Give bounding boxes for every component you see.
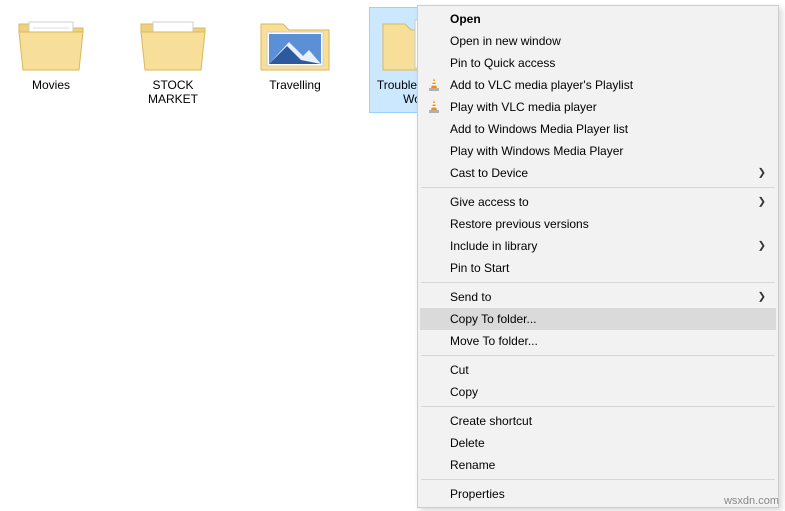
folder-label: STOCK MARKET (128, 78, 218, 106)
folder-item[interactable]: Travelling (248, 8, 342, 112)
menu-item[interactable]: Play with Windows Media Player (420, 140, 776, 162)
menu-item-label: Cast to Device (450, 166, 528, 180)
folder-label: Travelling (269, 78, 321, 92)
menu-separator (421, 282, 775, 283)
menu-item-label: Add to Windows Media Player list (450, 122, 628, 136)
folder-item[interactable]: STOCK MARKET (126, 8, 220, 112)
folder-item[interactable]: Movies (4, 8, 98, 112)
menu-item[interactable]: Cast to Device ❯ (420, 162, 776, 184)
menu-item-label: Copy (450, 385, 478, 399)
menu-item-label: Pin to Quick access (450, 56, 555, 70)
menu-item[interactable]: Create shortcut (420, 410, 776, 432)
chevron-right-icon: ❯ (758, 168, 766, 179)
menu-item[interactable]: Delete (420, 432, 776, 454)
menu-item[interactable]: Properties (420, 483, 776, 505)
menu-item[interactable]: Pin to Start (420, 257, 776, 279)
menu-item-label: Give access to (450, 195, 529, 209)
menu-item[interactable]: Open (420, 8, 776, 30)
menu-item[interactable]: Open in new window (420, 30, 776, 52)
menu-item[interactable]: Copy (420, 381, 776, 403)
vlc-icon (426, 99, 442, 115)
menu-item-label: Send to (450, 290, 491, 304)
menu-item-label: Open in new window (450, 34, 561, 48)
menu-item-label: Add to VLC media player's Playlist (450, 78, 633, 92)
menu-item-label: Properties (450, 487, 505, 501)
folder-label: Movies (32, 78, 70, 92)
menu-item-label: Delete (450, 436, 485, 450)
folder-icon (15, 12, 87, 76)
menu-item[interactable]: Play with VLC media player (420, 96, 776, 118)
menu-item-label: Include in library (450, 239, 537, 253)
folder-icon (259, 12, 331, 76)
menu-separator (421, 479, 775, 480)
menu-item-label: Open (450, 12, 481, 26)
menu-item-label: Cut (450, 363, 469, 377)
menu-item[interactable]: Rename (420, 454, 776, 476)
menu-item-label: Play with VLC media player (450, 100, 597, 114)
menu-item-label: Rename (450, 458, 495, 472)
menu-separator (421, 406, 775, 407)
menu-item[interactable]: Cut (420, 359, 776, 381)
menu-item[interactable]: Add to VLC media player's Playlist (420, 74, 776, 96)
menu-item[interactable]: Pin to Quick access (420, 52, 776, 74)
vlc-icon (426, 77, 442, 93)
folder-icon (137, 12, 209, 76)
menu-item-label: Copy To folder... (450, 312, 537, 326)
menu-separator (421, 355, 775, 356)
chevron-right-icon: ❯ (758, 197, 766, 208)
chevron-right-icon: ❯ (758, 241, 766, 252)
menu-separator (421, 187, 775, 188)
menu-item[interactable]: Restore previous versions (420, 213, 776, 235)
menu-item[interactable]: Add to Windows Media Player list (420, 118, 776, 140)
menu-item[interactable]: Copy To folder... (420, 308, 776, 330)
chevron-right-icon: ❯ (758, 292, 766, 303)
menu-item-label: Move To folder... (450, 334, 538, 348)
context-menu: Open Open in new window Pin to Quick acces… (417, 5, 779, 508)
menu-item-label: Create shortcut (450, 414, 532, 428)
menu-item[interactable]: Include in library ❯ (420, 235, 776, 257)
menu-item[interactable]: Send to ❯ (420, 286, 776, 308)
menu-item[interactable]: Give access to ❯ (420, 191, 776, 213)
menu-item-label: Pin to Start (450, 261, 509, 275)
menu-item[interactable]: Move To folder... (420, 330, 776, 352)
menu-item-label: Play with Windows Media Player (450, 144, 623, 158)
watermark: wsxdn.com (724, 495, 779, 507)
menu-item-label: Restore previous versions (450, 217, 589, 231)
